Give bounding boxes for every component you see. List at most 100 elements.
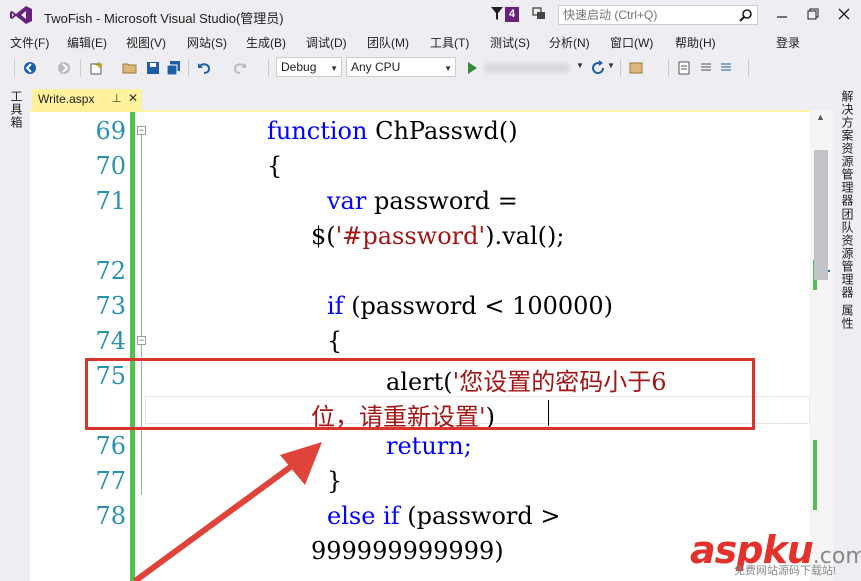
code-line: $('#password').val(); [311,222,564,250]
toolbar-separator [268,59,269,77]
outline-guide [141,135,142,495]
feedback-icon[interactable] [532,7,546,21]
document-tab-label: Write.aspx [38,92,95,106]
document-tab-write-aspx[interactable]: Write.aspx ⊥ ✕ [32,89,142,110]
notification-badge[interactable]: 4 [505,7,519,22]
watermark-subtitle: 免费网站源码下载站! [734,565,837,577]
menu-bar: 文件(F) 编辑(E) 视图(V) 网站(S) 生成(B) 调试(D) 团队(M… [0,30,861,54]
menu-file[interactable]: 文件(F) [10,34,49,51]
forward-icon[interactable] [56,60,72,76]
line-number: 77 [95,467,126,495]
code-token: function [267,117,368,145]
menu-website[interactable]: 网站(S) [187,34,227,51]
toolbar-grip [14,59,15,77]
menu-view[interactable]: 视图(V) [126,34,166,51]
code-line: if (password < 100000) [327,292,613,320]
redacted-browser-name [484,63,570,73]
filter-icon[interactable] [491,7,503,21]
menu-team[interactable]: 团队(M) [367,34,409,51]
site-watermark: aspku.com 免费网站源码下载站! [690,528,861,577]
code-token: ChPasswd() [367,117,518,145]
configuration-value: Debug [281,60,317,74]
quick-launch-box[interactable] [558,5,758,25]
code-line: var password = [327,187,518,215]
document-tab-strip: Write.aspx ⊥ ✕ [30,86,833,110]
browser-link-icon[interactable] [628,60,644,76]
document-outline-icon[interactable] [676,60,692,76]
menu-edit[interactable]: 编辑(E) [67,34,107,51]
line-number: 69 [95,117,126,145]
menu-build[interactable]: 生成(B) [246,34,286,51]
chevron-down-icon[interactable]: ▼ [607,61,615,70]
line-number: 73 [95,292,126,320]
undo-icon[interactable] [196,60,212,76]
collapse-icon[interactable]: − [137,336,146,345]
start-debugging-icon[interactable] [464,60,480,76]
code-line: 999999999999) [311,537,504,565]
menu-test[interactable]: 测试(S) [490,34,530,51]
new-project-icon[interactable] [88,60,104,76]
uncomment-icon[interactable] [718,60,734,76]
code-token: (password > [399,502,561,530]
comment-icon[interactable] [698,60,714,76]
solution-explorer-tab[interactable]: 解决方案资源管理器 [839,90,856,207]
pin-icon[interactable]: ⊥ [112,92,122,105]
save-all-icon[interactable] [166,60,182,76]
code-token: { [267,152,283,180]
code-line: else if (password > [327,502,560,530]
solution-platform-dropdown[interactable]: Any CPU ▼ [346,57,456,77]
minimize-icon[interactable] [772,4,792,24]
code-token: if [327,292,344,320]
toolbar-separator [188,59,189,77]
chevron-down-icon: ▼ [444,64,452,73]
code-editor[interactable]: 69 70 71 72 73 74 75 76 77 78 − − functi… [30,110,810,581]
menu-analyze[interactable]: 分析(N) [549,34,590,51]
chevron-down-icon: ▼ [330,64,338,73]
code-token: if [383,502,400,530]
redo-icon[interactable] [232,60,248,76]
code-line: function ChPasswd() [267,117,518,145]
vertical-scrollbar[interactable]: ▲ [810,110,833,581]
visual-studio-logo-icon [10,6,32,24]
toolbar-separator [620,59,621,77]
scroll-thumb[interactable] [814,150,828,280]
chevron-down-icon[interactable]: ▼ [576,61,584,70]
code-token: password = [366,187,518,215]
toolbox-tab[interactable]: 工具箱 [8,90,25,129]
collapse-icon[interactable]: − [137,126,146,135]
code-line: return; [386,432,472,460]
quick-launch-input[interactable] [559,6,737,24]
back-icon[interactable] [22,60,38,76]
close-icon[interactable] [834,4,854,24]
save-icon[interactable] [145,60,161,76]
code-token: 999999999999) [311,537,504,565]
code-token: else [327,502,376,530]
menu-tools[interactable]: 工具(T) [430,34,469,51]
refresh-icon[interactable] [590,60,606,76]
toolbar-overflow[interactable] [748,59,749,77]
close-tab-icon[interactable]: ✕ [128,91,138,105]
toolbar-separator [668,59,669,77]
team-explorer-tab[interactable]: 团队资源管理器 [839,208,856,299]
signin-link[interactable]: 登录 [776,34,800,51]
code-token: $( [311,222,336,250]
code-token: var [327,187,367,215]
code-token: return; [386,432,472,460]
menu-window[interactable]: 窗口(W) [610,34,653,51]
scroll-up-icon[interactable]: ▲ [816,112,825,122]
menu-help[interactable]: 帮助(H) [675,34,716,51]
toolbar-separator [80,59,81,77]
platform-value: Any CPU [351,60,401,74]
solution-configuration-dropdown[interactable]: Debug ▼ [276,57,342,77]
title-bar: TwoFish - Microsoft Visual Studio(管理员) 4 [0,0,861,30]
window-title: TwoFish - Microsoft Visual Studio(管理员) [44,11,284,26]
properties-tab[interactable]: 属性 [839,304,856,330]
restore-icon[interactable] [803,4,823,24]
open-folder-icon[interactable] [122,60,138,76]
code-token: '#password' [335,222,486,250]
menu-debug[interactable]: 调试(D) [306,34,347,51]
standard-toolbar: Debug ▼ Any CPU ▼ ▼ ▼ [0,54,861,82]
search-icon[interactable] [739,8,753,22]
code-token: } [327,467,343,495]
